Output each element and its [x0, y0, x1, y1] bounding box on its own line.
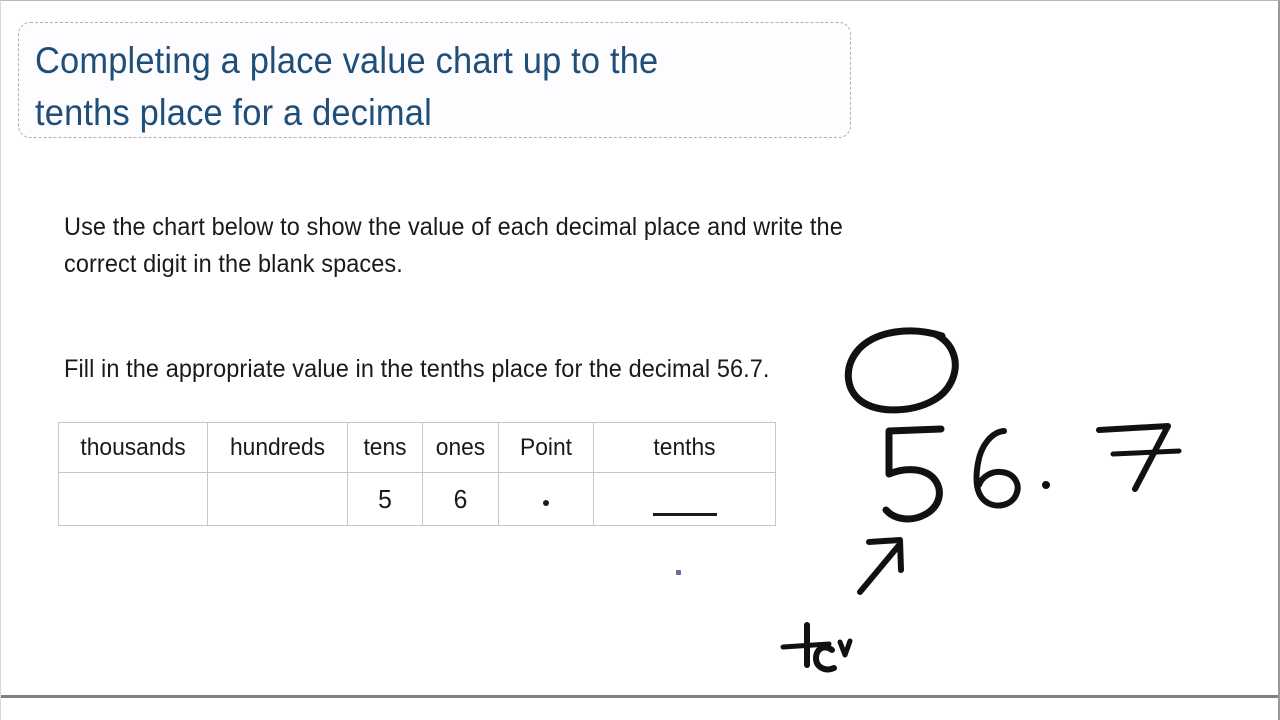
header-label-ones: ones	[435, 433, 486, 461]
handwritten-digit-7-crossbar	[1110, 448, 1182, 457]
header-cell-tenths: tenths	[593, 422, 776, 473]
header-label-hundreds: hundreds	[229, 433, 326, 461]
bottom-strip	[1, 698, 1278, 720]
value-cell-ones[interactable]: 6	[422, 472, 499, 526]
header-label-tenths: tenths	[653, 433, 716, 461]
handwritten-letter-t-crossbar	[780, 641, 832, 650]
value-cell-tens[interactable]: 5	[347, 472, 423, 526]
value-cell-point[interactable]	[498, 472, 594, 526]
handwritten-digit-6	[973, 428, 1021, 509]
table-header-row: thousands hundreds tens ones Point tenth…	[58, 422, 776, 473]
value-tens: 5	[378, 483, 392, 514]
header-label-thousands: thousands	[80, 433, 186, 461]
value-cell-thousands[interactable]	[58, 472, 208, 526]
value-cell-tenths[interactable]	[593, 472, 776, 526]
handwritten-letter-e	[813, 644, 837, 673]
instruction-text: Use the chart below to show the value of…	[64, 213, 843, 278]
header-cell-hundreds: hundreds	[207, 422, 348, 473]
place-value-table: thousands hundreds tens ones Point tenth…	[58, 422, 776, 526]
handwritten-digit-7	[1096, 423, 1171, 492]
value-cell-hundreds[interactable]	[207, 472, 348, 526]
header-cell-point: Point	[498, 422, 594, 473]
prompt-text: Fill in the appropriate value in the ten…	[64, 355, 770, 383]
handwritten-digit-5	[882, 425, 945, 523]
table-value-row: 5 6	[58, 472, 776, 526]
header-label-tens: tens	[363, 433, 407, 461]
up-right-arrow-head-icon	[866, 537, 904, 573]
header-cell-ones: ones	[422, 422, 499, 473]
header-cell-thousands: thousands	[58, 422, 208, 473]
up-right-arrow-icon	[857, 541, 903, 595]
title-box: Completing a place value chart up to the…	[18, 22, 851, 138]
header-label-point: Point	[520, 433, 572, 461]
slide-page: Completing a place value chart up to the…	[0, 0, 1280, 720]
handwritten-decimal-point	[1042, 481, 1050, 489]
handwritten-partial-stroke	[837, 638, 853, 658]
stray-dot-artifact	[676, 570, 681, 575]
header-cell-tens: tens	[347, 422, 423, 473]
decimal-point-mark	[543, 499, 549, 506]
page-title: Completing a place value chart up to the…	[35, 40, 659, 133]
value-ones: 6	[453, 483, 468, 514]
tenths-blank-underline	[652, 512, 717, 516]
